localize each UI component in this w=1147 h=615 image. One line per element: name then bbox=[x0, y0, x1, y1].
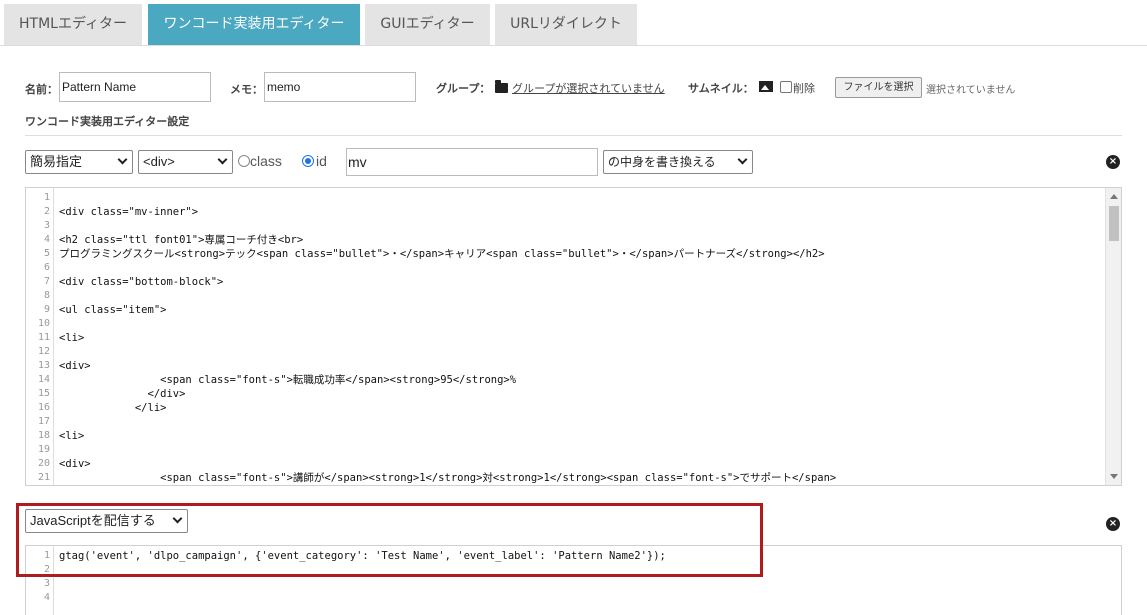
line-number: 5 bbox=[43, 248, 50, 259]
scroll-up-icon[interactable] bbox=[1110, 194, 1118, 199]
close-icon[interactable]: × bbox=[1106, 517, 1120, 531]
close-icon[interactable]: × bbox=[1106, 155, 1120, 169]
line-number: 4 bbox=[43, 592, 50, 603]
radio-id[interactable] bbox=[302, 155, 314, 167]
code-line: <ul class="item"> bbox=[59, 304, 167, 316]
delete-checkbox[interactable] bbox=[780, 81, 792, 93]
code-line: プログラミングスクール<strong>テック<span class="bulle… bbox=[59, 248, 825, 260]
memo-input[interactable] bbox=[264, 72, 416, 102]
line-number: 11 bbox=[37, 332, 50, 343]
delete-label: 削除 bbox=[793, 82, 815, 95]
line-number: 8 bbox=[43, 290, 50, 301]
radio-class-label: class bbox=[250, 153, 282, 169]
image-icon bbox=[759, 81, 773, 92]
mode-select[interactable]: 簡易指定 bbox=[25, 150, 133, 174]
divider bbox=[25, 135, 1122, 136]
code-line: <div> bbox=[59, 360, 91, 372]
line-number: 17 bbox=[37, 416, 50, 427]
highlight-box bbox=[16, 503, 763, 577]
radio-class[interactable] bbox=[238, 155, 250, 167]
line-number: 3 bbox=[43, 220, 50, 231]
group-label: グループ： bbox=[436, 82, 491, 95]
scroll-down-icon[interactable] bbox=[1110, 474, 1118, 479]
chevron-down-icon bbox=[117, 154, 128, 165]
name-label: 名前： bbox=[25, 83, 58, 96]
code-line: <div> bbox=[59, 458, 91, 470]
tab-onecode-editor[interactable]: ワンコード実装用エディター bbox=[148, 4, 360, 45]
code-line: </li> bbox=[59, 402, 167, 414]
tag-select[interactable]: <div> bbox=[138, 150, 233, 174]
line-number: 16 bbox=[37, 402, 50, 413]
line-number: 2 bbox=[43, 206, 50, 217]
line-number: 9 bbox=[43, 304, 50, 315]
line-number: 6 bbox=[43, 262, 50, 273]
chevron-down-icon bbox=[737, 154, 748, 165]
file-select-button[interactable]: ファイルを選択 bbox=[835, 77, 922, 98]
scroll-thumb[interactable] bbox=[1109, 206, 1119, 241]
group-select-link[interactable]: グループが選択されていません bbox=[512, 80, 665, 96]
tab-html-editor[interactable]: HTMLエディター bbox=[4, 4, 142, 45]
chevron-down-icon bbox=[217, 154, 228, 165]
file-status: 選択されていません bbox=[926, 85, 1016, 96]
code-line: <div class="mv-inner"> bbox=[59, 206, 199, 218]
name-input[interactable] bbox=[59, 72, 211, 102]
html-code-editor[interactable]: 1 2 <div class="mv-inner"> 3 4 <h2 class="ttl… bbox=[25, 187, 1122, 486]
line-number: 1 bbox=[43, 192, 50, 203]
line-number: 13 bbox=[37, 360, 50, 371]
tab-gui-editor[interactable]: GUIエディター bbox=[365, 4, 490, 45]
action-select-value: の中身を書き換える bbox=[608, 155, 716, 169]
selector-input[interactable] bbox=[346, 148, 598, 176]
line-number: 21 bbox=[37, 472, 50, 483]
radio-id-label: id bbox=[316, 153, 327, 169]
tab-url-redirect[interactable]: URLリダイレクト bbox=[495, 4, 637, 45]
line-number: 18 bbox=[37, 430, 50, 441]
line-number: 20 bbox=[37, 458, 50, 469]
line-number: 15 bbox=[37, 388, 50, 399]
code-line: <span class="font-s">転職成功率</span><strong… bbox=[59, 374, 517, 386]
folder-icon bbox=[495, 80, 508, 93]
code-line: <div class="bottom-block"> bbox=[59, 276, 224, 288]
mode-select-value: 簡易指定 bbox=[30, 154, 83, 169]
action-select[interactable]: の中身を書き換える bbox=[603, 150, 753, 174]
line-number: 19 bbox=[37, 444, 50, 455]
line-number: 3 bbox=[43, 578, 50, 589]
line-number: 7 bbox=[43, 276, 50, 287]
editor-panel: 名前： メモ： グループ： グループが選択されていません サムネイル： 削除 フ… bbox=[0, 45, 1147, 615]
line-number: 4 bbox=[43, 234, 50, 245]
tag-select-value: <div> bbox=[143, 154, 175, 169]
line-number: 10 bbox=[37, 318, 50, 329]
memo-label: メモ： bbox=[230, 83, 263, 96]
line-number: 12 bbox=[37, 346, 50, 357]
code-line: <li> bbox=[59, 332, 85, 344]
section-title: ワンコード実装用エディター設定 bbox=[25, 115, 190, 128]
code-line: <li> bbox=[59, 430, 85, 442]
code-line: <h2 class="ttl font01">専属コーチ付き<br> bbox=[59, 234, 304, 246]
editor-tabs: HTMLエディター ワンコード実装用エディター GUIエディター URLリダイレ… bbox=[0, 0, 1147, 45]
scrollbar[interactable] bbox=[1105, 188, 1121, 485]
code-line: </div> bbox=[59, 388, 186, 400]
thumbnail-label: サムネイル： bbox=[688, 82, 754, 95]
code-line: <span class="font-s">講師が</span><strong>1… bbox=[59, 472, 837, 484]
line-number: 14 bbox=[37, 374, 50, 385]
